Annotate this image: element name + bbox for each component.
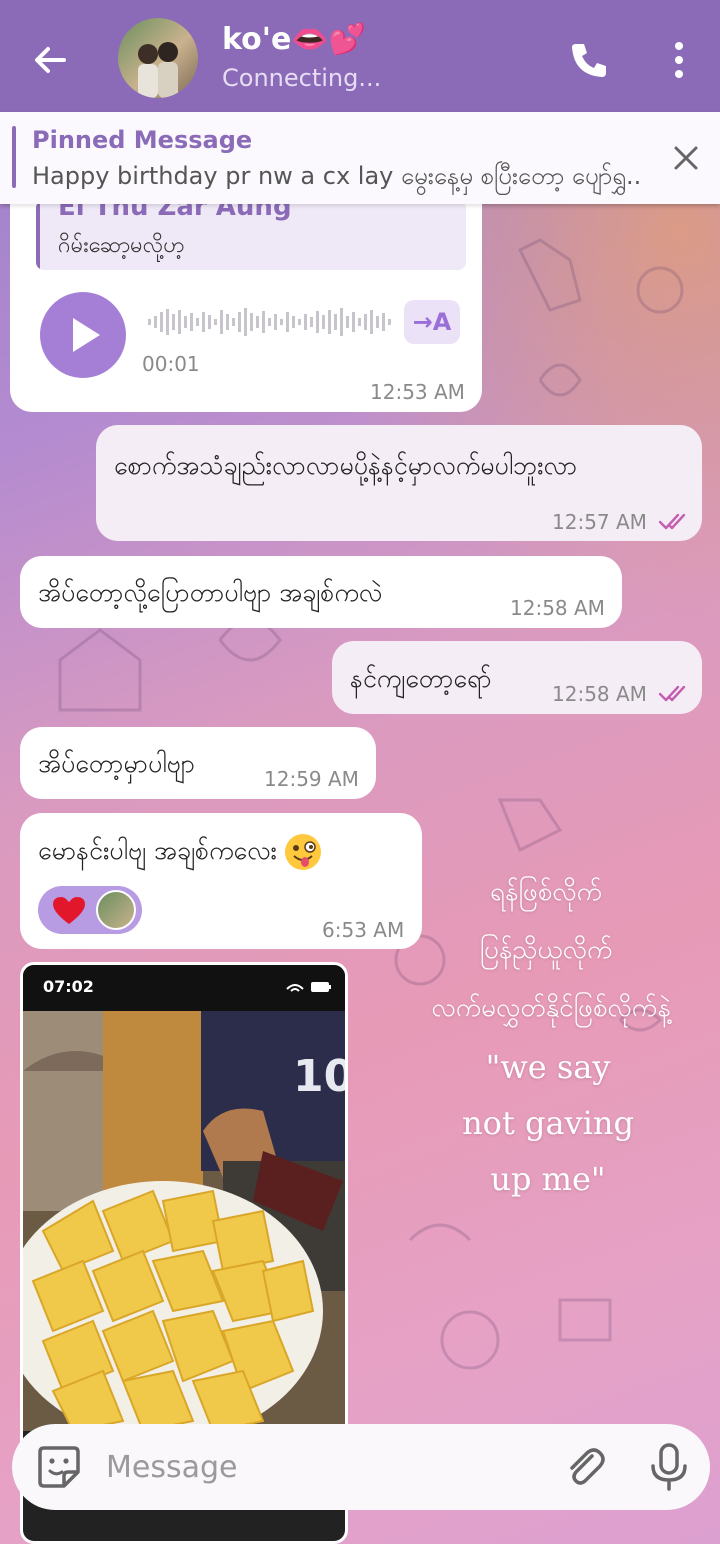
reply-accent-bar	[36, 200, 40, 270]
reply-text: ဂိမ်းဆော့မလို့ဟ့	[58, 233, 185, 258]
play-button[interactable]	[40, 292, 126, 378]
message-text: အိပ်တော့လို့ပြောတာပါဗျာ အချစ်ကလဲ	[38, 578, 383, 607]
overlay-quote-line: လက်မလွှတ်နိုင်ဖြစ်လိုက်နဲ့	[431, 993, 671, 1023]
message-time: 12:58 AM	[510, 596, 605, 620]
heart-icon	[53, 897, 85, 924]
pinned-title-overlay: Pinned Message	[32, 126, 253, 154]
read-ticks-icon	[658, 685, 686, 702]
chat-name[interactable]: ko'e👄💕	[222, 22, 366, 57]
overlay-quote-line: ရန်ဖြစ်လိုက်	[489, 877, 603, 907]
message-text: မောနင်းပါဗျ အချစ်ကလေး	[38, 836, 277, 865]
voice-waveform[interactable]	[148, 304, 392, 340]
microphone-icon[interactable]	[646, 1442, 692, 1492]
message-time: 12:57 AM	[552, 510, 647, 534]
close-pinned-icon[interactable]	[668, 140, 704, 176]
message-text: အိပ်တော့မှာပါဗျာ	[38, 749, 196, 778]
sticker-icon[interactable]	[36, 1444, 82, 1490]
overlay-quote-line: up me"	[490, 1160, 606, 1198]
signal-battery-icon	[286, 982, 331, 992]
chat-header: ko'e👄💕 Connecting...	[0, 0, 720, 112]
chat-avatar[interactable]	[118, 18, 198, 98]
more-vertical-icon[interactable]	[664, 38, 694, 82]
photo-status-time: 07:02	[43, 977, 94, 996]
reactor-avatar	[96, 890, 136, 930]
pinned-text-overlay: Happy birthday pr nw a cx lay မွေးနေ့မှ …	[32, 162, 642, 190]
message-text-row: မောနင်းပါဗျ အချစ်ကလေး	[38, 832, 321, 870]
winking-tongue-emoji-icon	[284, 834, 321, 870]
pinned-accent-bar-overlay	[12, 126, 16, 188]
message-input[interactable]	[106, 1444, 536, 1490]
avatar-photo	[138, 42, 178, 98]
message-time: 12:59 AM	[264, 767, 359, 791]
message-time: 12:53 AM	[370, 380, 465, 404]
dumplings-photo: 10	[23, 1011, 345, 1431]
message-text: နင်ကျတော့ရော်	[350, 664, 492, 693]
paperclip-icon[interactable]	[562, 1444, 608, 1490]
transcribe-button[interactable]: →A	[404, 300, 460, 344]
connection-status: Connecting...	[222, 64, 382, 92]
svg-text:10: 10	[293, 1051, 345, 1102]
message-text: စောက်အသံချည်းလာလာမပို့နဲ့နင့်မှာလက်မပါဘူ…	[114, 451, 578, 480]
overlay-quote-line: "we say	[485, 1048, 611, 1086]
read-ticks-icon	[658, 513, 686, 530]
reply-preview[interactable]: Ei Thu Zar Aung ဂိမ်းဆော့မလို့ဟ့	[36, 200, 466, 270]
play-icon	[73, 318, 100, 352]
back-button[interactable]	[26, 36, 74, 84]
message-time: 6:53 AM	[322, 918, 405, 942]
phone-icon[interactable]	[566, 38, 610, 82]
overlay-quote-line: ပြန်ညှိယူလိုက်	[479, 935, 613, 965]
photo-status-bar: 07:02	[23, 965, 345, 1011]
voice-duration: 00:01	[142, 352, 200, 376]
overlay-quote-line: not gaving	[462, 1104, 634, 1142]
message-time: 12:58 AM	[552, 682, 647, 706]
